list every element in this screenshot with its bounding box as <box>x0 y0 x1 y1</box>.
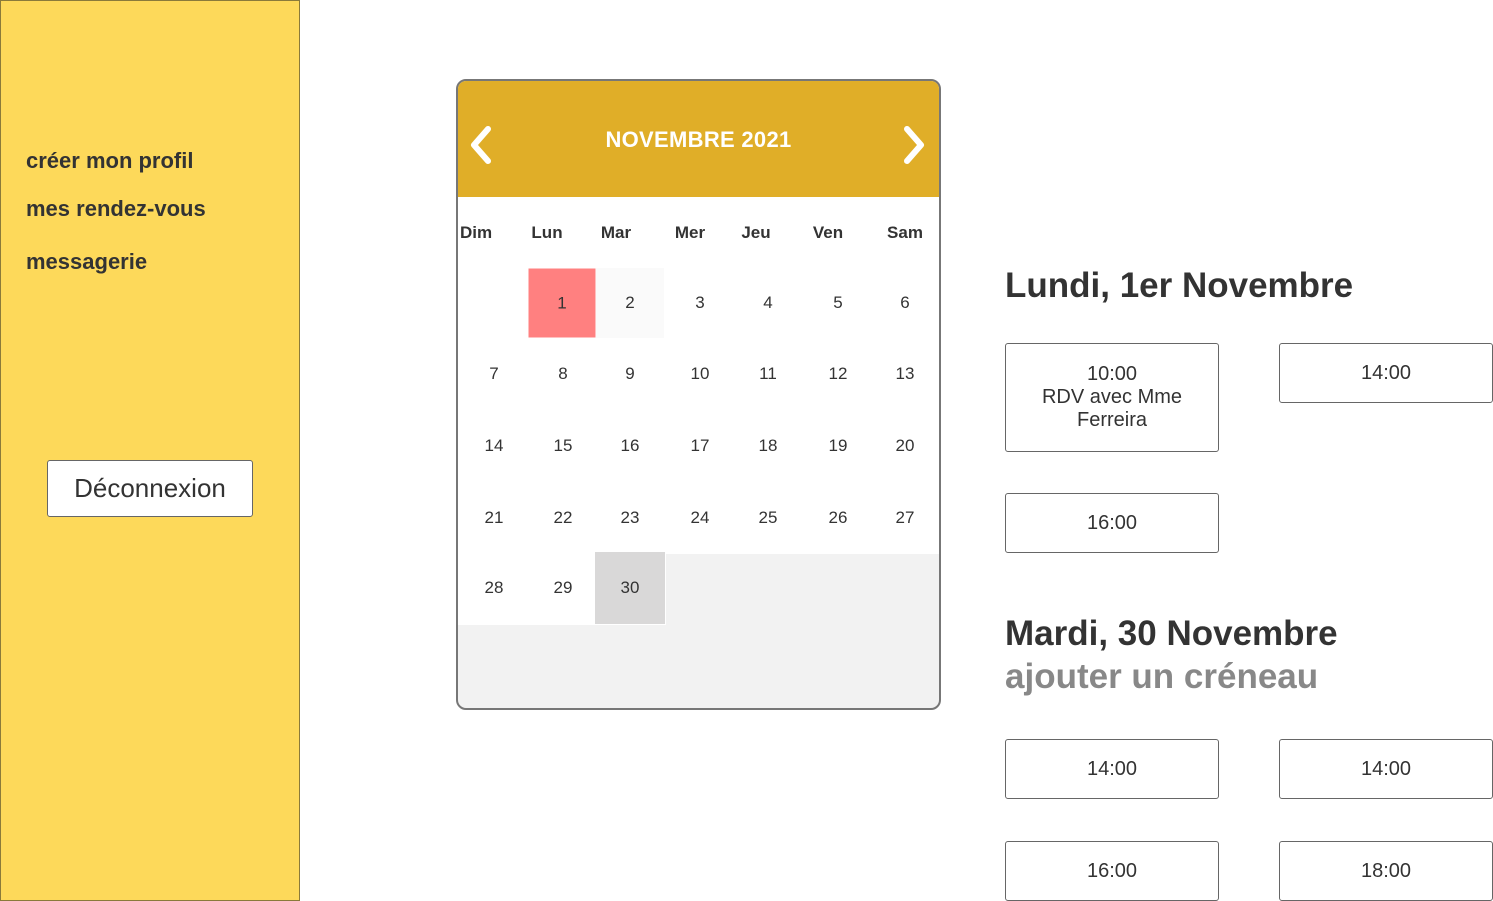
calendar-day[interactable]: 21 <box>460 483 528 553</box>
slot-time: 14:00 <box>1360 757 1412 780</box>
calendar-day[interactable]: 12 <box>804 339 872 409</box>
slot-time: 14:00 <box>1360 361 1412 384</box>
time-slot[interactable]: 14:00 <box>1279 739 1493 799</box>
calendar-day[interactable]: 5 <box>804 268 872 338</box>
weekday-label: Lun <box>531 223 563 242</box>
calendar-day[interactable]: 24 <box>666 483 734 553</box>
slot-time: 16:00 <box>1086 511 1138 534</box>
calendar-day[interactable]: 27 <box>871 483 939 553</box>
weekday-label: Dim <box>459 223 493 242</box>
calendar-day[interactable]: 9 <box>596 339 664 409</box>
calendar-day[interactable]: 25 <box>734 483 802 553</box>
calendar-day[interactable]: 22 <box>529 483 597 553</box>
calendar-day[interactable]: 15 <box>529 411 597 481</box>
calendar-day[interactable]: 26 <box>804 483 872 553</box>
calendar-day[interactable]: 13 <box>871 339 939 409</box>
calendar-day[interactable]: 29 <box>529 553 597 623</box>
calendar-day[interactable]: 19 <box>804 411 872 481</box>
calendar-header: NOVEMBRE 2021 <box>458 81 939 197</box>
calendar: NOVEMBRE 2021 Dim Lun Mar Mer Jeu Ven Sa… <box>456 79 941 710</box>
calendar-day[interactable]: 16 <box>596 411 664 481</box>
slot-time: 14:00 <box>1086 757 1138 780</box>
calendar-day[interactable]: 18 <box>734 411 802 481</box>
slot-detail: RDV avec Mme <box>1041 386 1183 408</box>
day-title-nov-30: Mardi, 30 Novembre <box>1005 614 1338 653</box>
calendar-day-selected[interactable]: 30 <box>595 552 665 624</box>
time-slot[interactable]: 18:00 <box>1279 841 1493 901</box>
chevron-right-icon[interactable] <box>901 125 927 170</box>
calendar-day[interactable]: 11 <box>734 339 802 409</box>
calendar-day[interactable]: 10 <box>666 339 734 409</box>
weekday-label: Jeu <box>741 223 771 242</box>
calendar-day[interactable]: 2 <box>596 268 664 338</box>
calendar-day[interactable]: 8 <box>529 339 597 409</box>
add-slot-link[interactable]: ajouter un créneau <box>1005 657 1318 697</box>
weekday-label: Mar <box>600 223 632 242</box>
nav-create-profile[interactable]: créer mon profil <box>26 148 193 174</box>
calendar-day[interactable]: 4 <box>734 268 802 338</box>
calendar-day[interactable]: 14 <box>460 411 528 481</box>
time-slot[interactable]: 14:00 <box>1279 343 1493 403</box>
weekday-label: Ven <box>812 223 844 242</box>
slot-detail: Ferreira <box>1076 409 1147 431</box>
time-slot[interactable]: 16:00 <box>1005 841 1219 901</box>
time-slot[interactable]: 14:00 <box>1005 739 1219 799</box>
appointment-slot-booked[interactable]: 10:00 RDV avec Mme Ferreira <box>1005 343 1219 452</box>
weekday-label: Mer <box>674 223 706 242</box>
logout-button[interactable]: Déconnexion <box>47 460 253 517</box>
calendar-day[interactable]: 23 <box>596 483 664 553</box>
calendar-day[interactable]: 28 <box>460 553 528 623</box>
sidebar: créer mon profil mes rendez-vous message… <box>0 0 300 901</box>
slot-time: 18:00 <box>1360 859 1412 882</box>
calendar-month-title: NOVEMBRE 2021 <box>605 127 792 152</box>
day-title-nov-1: Lundi, 1er Novembre <box>1005 266 1354 305</box>
calendar-day[interactable]: 3 <box>666 268 734 338</box>
calendar-day[interactable]: 17 <box>666 411 734 481</box>
slot-time: 16:00 <box>1086 859 1138 882</box>
calendar-day[interactable]: 6 <box>871 268 939 338</box>
calendar-day[interactable]: 20 <box>871 411 939 481</box>
nav-messaging[interactable]: messagerie <box>26 249 147 275</box>
calendar-day-today[interactable]: 1 <box>528 268 596 338</box>
slot-time: 10:00 <box>1086 363 1138 385</box>
weekday-label: Sam <box>887 223 923 242</box>
calendar-grid: Dim Lun Mar Mer Jeu Ven Sam 1 2 3 4 5 6 … <box>458 197 939 626</box>
time-slot[interactable]: 16:00 <box>1005 493 1219 553</box>
calendar-empty-cells <box>666 554 939 626</box>
calendar-day[interactable]: 7 <box>460 339 528 409</box>
nav-my-appointments[interactable]: mes rendez-vous <box>26 196 206 222</box>
